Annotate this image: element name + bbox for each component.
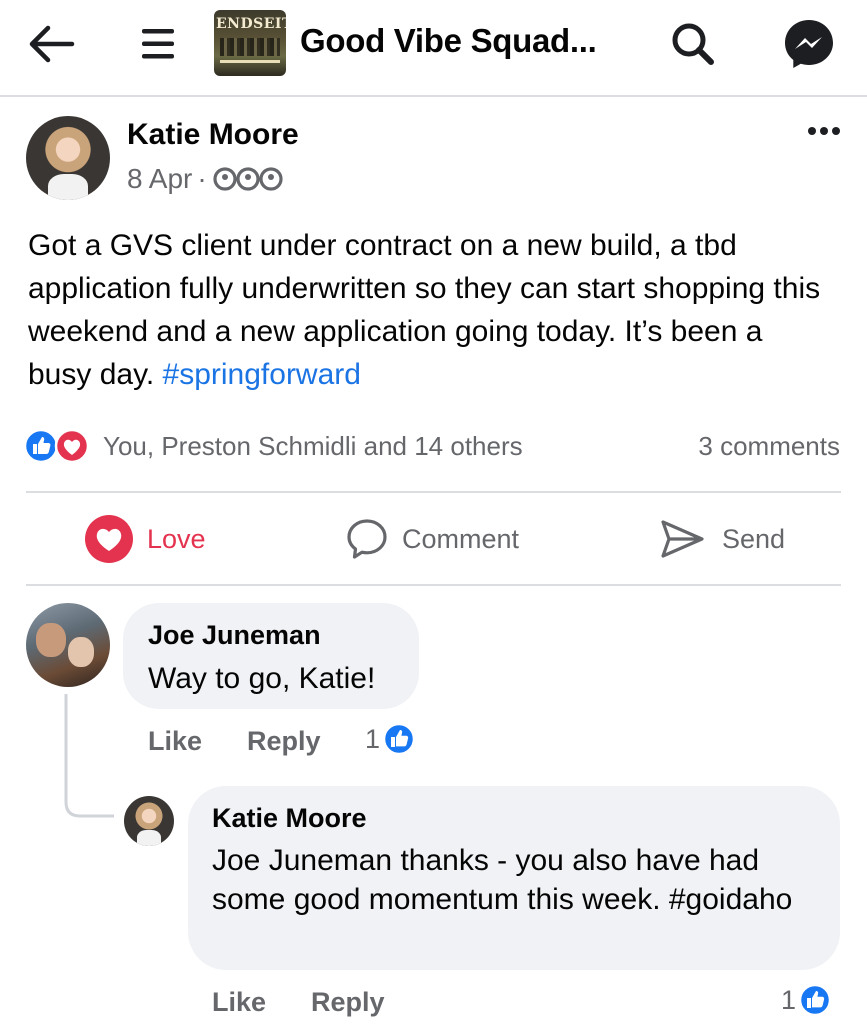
comment-icon — [347, 519, 387, 559]
comment-reaction-count[interactable]: 1 — [365, 722, 416, 756]
love-button[interactable]: Love — [84, 514, 206, 564]
reply-reply-button[interactable]: Reply — [311, 987, 385, 1018]
reply-reaction-count[interactable]: 1 — [781, 983, 832, 1017]
comment-bubble: Joe Juneman Way to go, Katie! — [123, 603, 419, 709]
author-avatar[interactable] — [26, 116, 110, 200]
send-label: Send — [722, 523, 786, 554]
meta-separator: · — [197, 163, 207, 194]
group-thumb-label: ENDSEIT — [216, 16, 286, 32]
search-icon[interactable] — [669, 20, 717, 68]
reply-like-button[interactable]: Like — [212, 987, 266, 1018]
post-date[interactable]: 8 Apr — [127, 163, 192, 195]
love-reaction-icon — [54, 428, 90, 464]
reactions-summary[interactable]: You, Preston Schmidli and 14 others — [103, 431, 523, 462]
love-icon — [85, 515, 133, 563]
menu-icon[interactable] — [140, 26, 178, 62]
comment-text: Way to go, Katie! — [148, 662, 376, 695]
send-button[interactable]: Send — [660, 518, 785, 560]
divider-bottom — [26, 584, 841, 586]
group-photo-people — [220, 38, 280, 56]
reply-author-avatar[interactable] — [124, 796, 174, 846]
commenter-avatar[interactable] — [26, 603, 110, 687]
post-author-name[interactable]: Katie Moore — [127, 118, 299, 152]
messenger-icon[interactable] — [781, 16, 837, 72]
avatar-shirt — [48, 174, 88, 200]
love-label: Love — [147, 523, 206, 554]
group-cover-thumbnail[interactable]: ENDSEIT — [214, 10, 286, 76]
avatar-shirt — [137, 830, 161, 846]
comments-count[interactable]: 3 comments — [698, 431, 840, 462]
top-bar: ENDSEIT Good Vibe Squad... — [0, 0, 867, 97]
reaction-icons[interactable] — [23, 428, 96, 464]
group-title[interactable]: Good Vibe Squad... — [300, 22, 597, 60]
more-options-icon[interactable] — [806, 124, 842, 138]
avatar-child — [68, 637, 94, 667]
back-arrow-icon[interactable] — [26, 24, 76, 64]
avatar-face — [36, 623, 66, 657]
reply-reaction-number: 1 — [781, 984, 797, 1015]
comment-like-button[interactable]: Like — [148, 726, 202, 757]
group-thumb-stripe — [220, 60, 280, 63]
like-reaction-icon — [23, 428, 59, 464]
send-icon — [661, 520, 704, 558]
post-meta: 8 Apr · — [127, 163, 284, 195]
reply-author[interactable]: Katie Moore — [212, 803, 367, 834]
comment-button[interactable]: Comment — [346, 518, 519, 560]
comment-author[interactable]: Joe Juneman — [148, 620, 321, 651]
comment-label: Comment — [402, 523, 520, 554]
members-icon — [213, 167, 283, 191]
comment-reaction-number: 1 — [365, 723, 381, 754]
like-badge-icon — [382, 722, 416, 756]
post-hashtag-link[interactable]: #springforward — [163, 358, 361, 391]
like-badge-icon — [798, 983, 832, 1017]
reply-thread-line — [64, 694, 114, 818]
comment-reply-button[interactable]: Reply — [247, 726, 321, 757]
reply-bubble: Katie Moore Joe Juneman thanks - you als… — [188, 786, 840, 970]
divider-top — [26, 491, 841, 493]
post-body-text: Got a GVS client under contract on a new… — [28, 229, 821, 391]
post-body: Got a GVS client under contract on a new… — [28, 224, 828, 396]
reply-text: Joe Juneman thanks - you also have had s… — [212, 844, 793, 916]
